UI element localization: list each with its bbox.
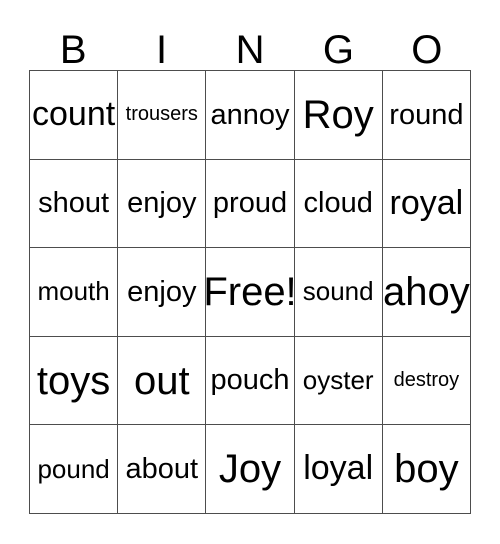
bingo-cell-label: count — [32, 94, 116, 133]
bingo-cell[interactable]: oyster — [294, 336, 383, 426]
bingo-cell[interactable]: annoy — [206, 71, 295, 160]
bingo-cell[interactable]: pouch — [206, 336, 295, 426]
bingo-cell[interactable]: sound — [294, 248, 383, 337]
bingo-cell-label: toys — [36, 358, 111, 403]
bingo-cell[interactable]: count — [30, 71, 119, 160]
bingo-header: B I N G O — [29, 14, 471, 70]
bingo-cell[interactable]: pound — [30, 425, 119, 514]
header-letter-i: I — [156, 28, 168, 72]
bingo-cell[interactable]: toys — [30, 336, 119, 426]
bingo-cell-label: Roy — [302, 92, 374, 137]
bingo-cell-label: cloud — [303, 187, 373, 220]
bingo-cell[interactable]: enjoy — [118, 248, 207, 337]
bingo-cell[interactable]: cloud — [294, 159, 383, 249]
bingo-cell-label: about — [125, 452, 199, 485]
bingo-cell-label: enjoy — [127, 187, 197, 220]
bingo-cell-label: destroy — [393, 369, 460, 392]
bingo-cell[interactable]: Roy — [294, 71, 383, 160]
bingo-cell[interactable]: Joy — [206, 425, 295, 514]
bingo-cell-label: ahoy — [383, 269, 470, 314]
bingo-cell[interactable]: about — [118, 425, 207, 514]
header-letter-b: B — [59, 28, 87, 72]
bingo-grid: count trousers annoy Roy round shout enj… — [29, 70, 471, 514]
bingo-cell-label: oyster — [302, 364, 374, 395]
bingo-cell[interactable]: mouth — [30, 248, 119, 337]
bingo-cell[interactable]: loyal — [294, 425, 383, 514]
bingo-cell-label: trousers — [125, 103, 198, 126]
bingo-cell-label: round — [389, 98, 464, 131]
bingo-cell[interactable]: round — [382, 71, 471, 160]
bingo-cell-label: pound — [37, 453, 110, 484]
bingo-cell-label: shout — [38, 187, 110, 220]
header-letter-o: O — [411, 28, 443, 72]
bingo-cell-label: loyal — [303, 449, 374, 488]
bingo-cell-label: proud — [212, 187, 288, 220]
header-letter-n: N — [235, 28, 265, 72]
bingo-cell-label: Free! — [206, 269, 295, 314]
bingo-cell[interactable]: proud — [206, 159, 295, 249]
bingo-cell[interactable]: shout — [30, 159, 119, 249]
bingo-card: B I N G O count trousers annoy Roy round… — [0, 0, 500, 544]
bingo-cell[interactable]: out — [118, 336, 207, 426]
bingo-cell[interactable]: royal — [382, 159, 471, 249]
bingo-cell-label: out — [133, 358, 190, 403]
bingo-cell-free[interactable]: Free! — [206, 248, 295, 337]
bingo-cell[interactable]: destroy — [382, 336, 471, 426]
bingo-cell-label: Joy — [218, 447, 282, 492]
bingo-cell-label: pouch — [210, 364, 290, 397]
bingo-cell[interactable]: boy — [382, 425, 471, 514]
bingo-cell-label: royal — [389, 183, 464, 222]
bingo-cell-label: sound — [302, 276, 374, 307]
bingo-cell[interactable]: enjoy — [118, 159, 207, 249]
bingo-cell-label: enjoy — [127, 275, 197, 308]
bingo-cell-label: annoy — [210, 98, 290, 131]
bingo-cell[interactable]: ahoy — [382, 248, 471, 337]
bingo-cell-label: mouth — [37, 276, 110, 307]
bingo-cell[interactable]: trousers — [118, 71, 207, 160]
header-letter-g: G — [322, 28, 354, 72]
bingo-cell-label: boy — [394, 447, 459, 492]
